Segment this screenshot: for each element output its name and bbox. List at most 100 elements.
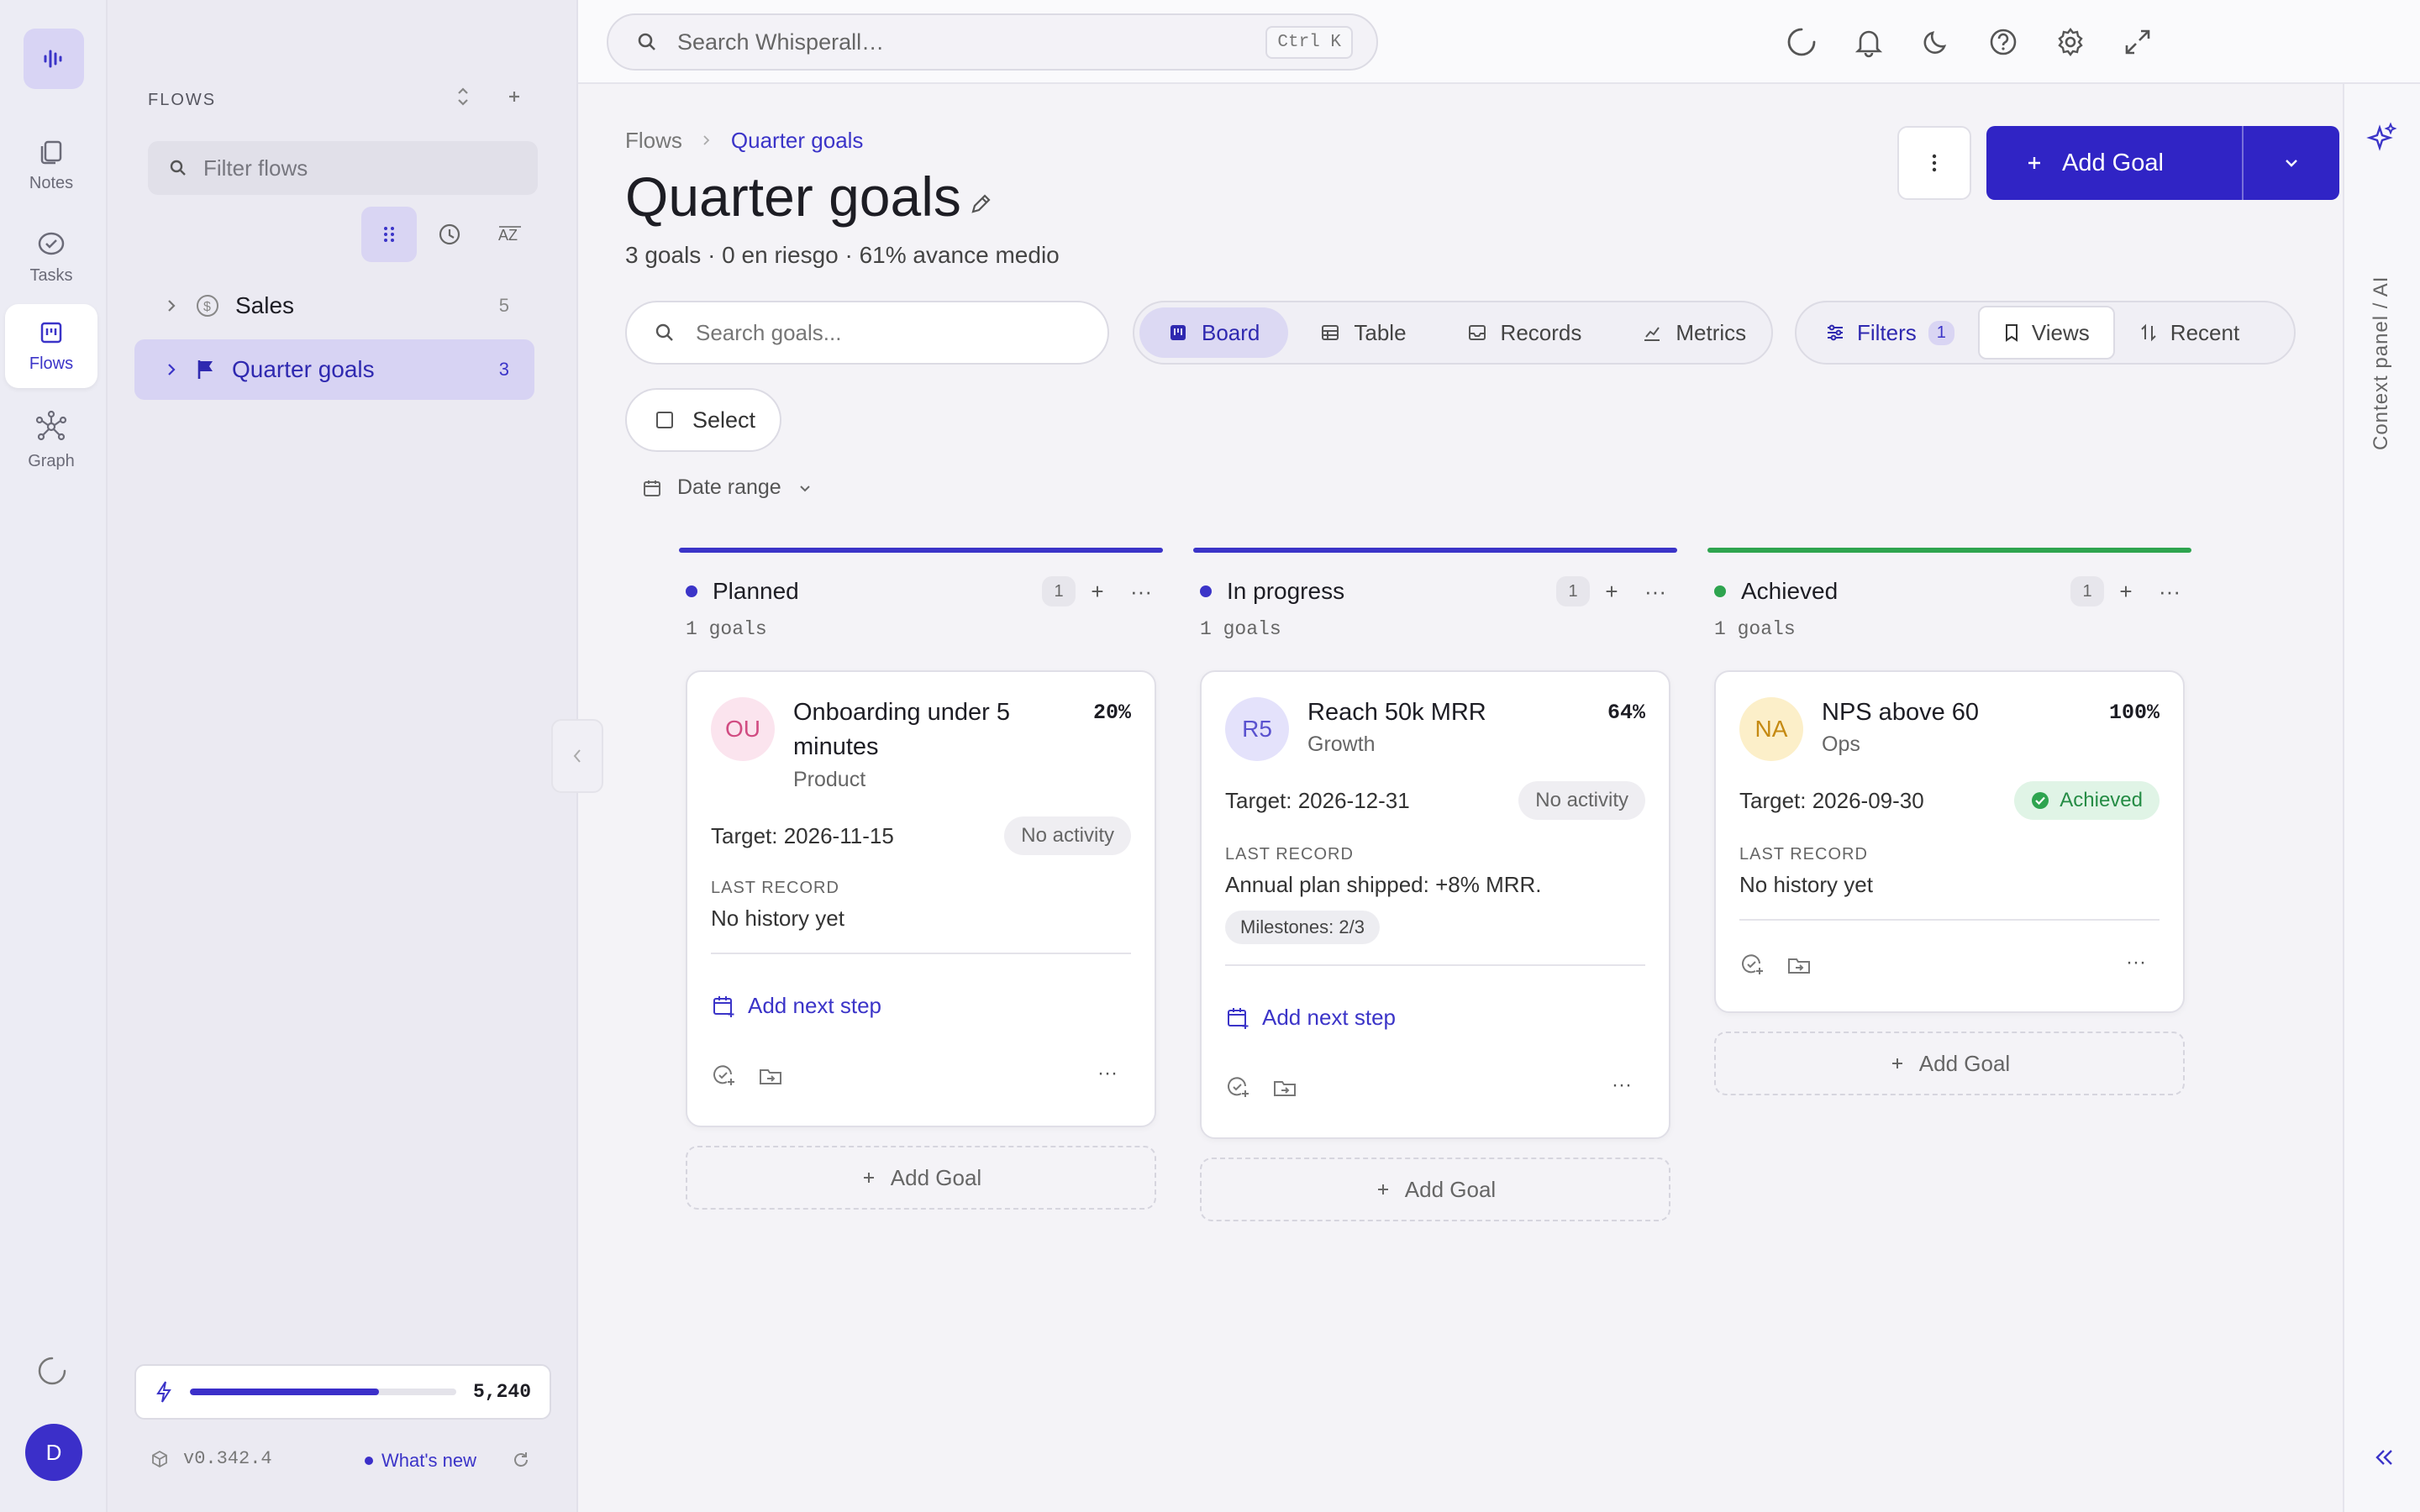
column-more-button[interactable]: ···	[1119, 579, 1163, 605]
flows-sidebar: FLOWS Filter flows AZ $ Sales 5 Quarter …	[108, 0, 578, 1512]
goal-title: Onboarding under 5 minutes	[793, 699, 1010, 760]
column-name: Planned	[713, 578, 799, 604]
sidebar-item-sales[interactable]: $ Sales 5	[134, 276, 534, 336]
add-goal-button[interactable]: Add Goal	[1986, 126, 2196, 200]
breadcrumb-current[interactable]: Quarter goals	[731, 128, 864, 154]
filter-toolbar: Filters 1 Views Recent	[1795, 301, 2296, 365]
sliders-icon	[1828, 324, 1843, 341]
column-more-button[interactable]: ···	[2148, 579, 2191, 605]
filters-button[interactable]: Filters 1	[1802, 307, 1978, 359]
context-panel: Context panel / AI	[2343, 84, 2420, 1512]
package-icon	[152, 1450, 167, 1467]
board-icon	[1171, 325, 1186, 340]
rail-nav-notes[interactable]: Notes	[5, 123, 97, 207]
sidebar-item-quarter-goals[interactable]: Quarter goals 3	[134, 339, 534, 400]
add-goal-to-column-button[interactable]: Add Goal	[1714, 1032, 2185, 1095]
drag-icon	[384, 227, 394, 242]
add-check-icon[interactable]	[711, 1063, 736, 1089]
rail-nav-flows[interactable]: Flows	[5, 304, 97, 388]
card-actions	[711, 1063, 783, 1089]
column-header: In progress 1 + ···	[1193, 575, 1677, 608]
user-avatar[interactable]: D	[25, 1424, 82, 1481]
goal-search-placeholder: Search goals...	[696, 319, 842, 345]
filter-flows-placeholder: Filter flows	[203, 155, 308, 181]
add-flow-button[interactable]	[504, 84, 524, 109]
goal-search-input[interactable]: Search goals...	[625, 301, 1109, 365]
flow-label: Sales	[235, 292, 295, 318]
theme-toggle-button[interactable]	[1919, 25, 1953, 59]
kebab-icon	[1932, 154, 1937, 172]
goal-title: Reach 50k MRR	[1307, 699, 1486, 726]
add-goal-to-column-button[interactable]: Add Goal	[1200, 1158, 1670, 1221]
add-goal-dropdown-button[interactable]	[2242, 126, 2339, 200]
app-version: v0.342.4	[150, 1448, 272, 1469]
goal-title: NPS above 60	[1822, 699, 1980, 726]
sort-toggle[interactable]	[454, 84, 472, 109]
bell-icon	[1854, 30, 1883, 58]
more-options-button[interactable]	[1897, 126, 1971, 200]
recent-sort-button[interactable]: Recent	[2115, 307, 2263, 359]
expand-button[interactable]	[2121, 25, 2154, 59]
column-add-button[interactable]: +	[2104, 579, 2148, 605]
credits-value: 5,240	[472, 1381, 531, 1403]
add-next-step-button[interactable]: Add next step	[1225, 1005, 1396, 1031]
tab-table[interactable]: Table	[1292, 307, 1434, 358]
goal-card[interactable]: OU Onboarding under 5 minutes Product 20…	[686, 670, 1156, 1127]
view-mode-alphabetical[interactable]: AZ	[482, 207, 538, 262]
goal-status-badge: Achieved	[2014, 781, 2160, 820]
card-more-button[interactable]: ···	[1612, 1074, 1632, 1097]
metrics-icon	[1644, 327, 1660, 341]
views-button[interactable]: Views	[1977, 306, 2115, 360]
view-mode-drag[interactable]	[361, 207, 417, 262]
goal-card[interactable]: R5 Reach 50k MRR Growth 64% Target: 2026…	[1200, 670, 1670, 1139]
sort-arrows-icon	[2141, 323, 2156, 342]
views-label: Views	[2031, 319, 2090, 345]
card-more-button[interactable]: ···	[1097, 1062, 1118, 1085]
column-more-button[interactable]: ···	[1634, 579, 1677, 605]
tab-board[interactable]: Board	[1139, 307, 1289, 358]
notes-icon	[40, 140, 62, 164]
global-search-input[interactable]: Search Whisperall… Ctrl K	[607, 13, 1378, 71]
add-next-step-label: Add next step	[748, 993, 881, 1018]
whats-new-link[interactable]: What's new	[365, 1450, 476, 1472]
help-button[interactable]	[1986, 25, 2020, 59]
add-goal-to-column-button[interactable]: Add Goal	[686, 1146, 1156, 1210]
view-tabs: Board Table Records Metrics	[1133, 301, 1773, 365]
goal-card[interactable]: NA NPS above 60 Ops 100% Target: 2026-09…	[1714, 670, 2185, 1013]
chevron-down-icon	[2286, 160, 2297, 167]
chevron-right-icon	[168, 300, 176, 312]
settings-button[interactable]	[2054, 25, 2087, 59]
rail-nav-graph[interactable]: Graph	[5, 398, 97, 482]
filter-flows-input[interactable]: Filter flows	[148, 141, 538, 195]
expand-context-panel-button[interactable]	[2371, 1445, 2396, 1470]
column-add-button[interactable]: +	[1076, 579, 1119, 605]
rail-nav-tasks[interactable]: Tasks	[5, 215, 97, 299]
edit-title-button[interactable]	[968, 192, 993, 217]
folder-move-icon[interactable]	[758, 1063, 783, 1089]
breadcrumb-flows[interactable]: Flows	[625, 128, 682, 154]
add-check-icon[interactable]	[1225, 1075, 1250, 1100]
loading-icon	[38, 1357, 66, 1385]
last-record-value: Annual plan shipped: +8% MRR.	[1225, 872, 1542, 897]
tab-metrics[interactable]: Metrics	[1613, 307, 1775, 358]
folder-move-icon[interactable]	[1272, 1075, 1297, 1100]
notifications-button[interactable]	[1852, 25, 1886, 59]
card-more-button[interactable]: ···	[2126, 951, 2146, 974]
folder-move-icon[interactable]	[1786, 953, 1812, 978]
ai-button[interactable]	[2365, 121, 2398, 155]
refresh-button[interactable]	[511, 1450, 531, 1470]
view-mode-recent[interactable]	[422, 207, 477, 262]
column-status-dot	[686, 585, 697, 597]
add-check-icon[interactable]	[1739, 953, 1765, 978]
rail-nav-label: Graph	[28, 451, 75, 470]
sync-button[interactable]	[1785, 25, 1818, 59]
date-range-dropdown[interactable]: Date range	[642, 475, 813, 500]
moon-icon	[1923, 31, 1947, 54]
select-button[interactable]: Select	[625, 388, 781, 452]
main-content: Flows Quarter goals Quarter goals 3 goal…	[578, 84, 2343, 1512]
column-add-button[interactable]: +	[1590, 579, 1634, 605]
tasks-icon	[38, 232, 65, 255]
add-next-step-button[interactable]: Add next step	[711, 993, 881, 1019]
tab-records[interactable]: Records	[1439, 307, 1611, 358]
app-logo[interactable]	[24, 29, 84, 89]
